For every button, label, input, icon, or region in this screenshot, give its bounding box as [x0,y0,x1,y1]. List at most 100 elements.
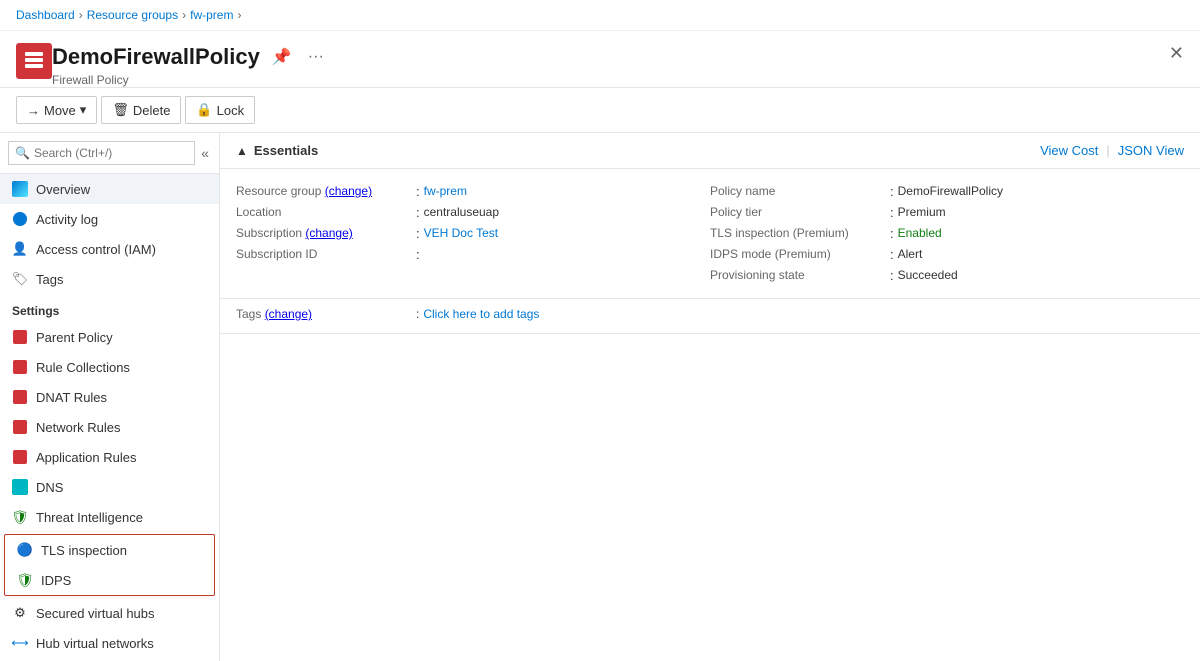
overview-icon [12,181,28,197]
idps-mode-value: Alert [898,247,923,261]
sidebar-item-threat-intelligence[interactable]: 🛡 Threat Intelligence [0,502,219,532]
essentials-collapse-icon: ▲ [236,144,248,158]
resource-group-change-link[interactable]: (change) [325,184,372,198]
sidebar-item-application-rules[interactable]: Application Rules [0,442,219,472]
essentials-actions: View Cost | JSON View [1040,143,1184,158]
dnat-rules-icon [13,390,27,404]
search-input[interactable] [34,146,188,160]
idps-shield-icon: 🛡 [16,572,34,589]
sidebar-item-tags-label: Tags [36,272,63,287]
sidebar-item-tags[interactable]: 🏷 Tags [0,264,219,294]
essentials-tls-inspection: TLS inspection (Premium) : Enabled [710,223,1184,244]
search-icon: 🔍 [15,146,30,160]
move-label: Move [44,103,76,118]
move-button[interactable]: → Move ▾ [16,96,97,124]
sidebar: 🔍 « Overview Activity log 👤 [0,133,220,661]
parent-policy-icon [13,330,27,344]
sidebar-item-dns-label: DNS [36,480,63,495]
sidebar-item-parent-policy-label: Parent Policy [36,330,113,345]
network-rules-icon [13,420,27,434]
sidebar-item-activity-log[interactable]: Activity log [0,204,219,234]
more-button[interactable]: ··· [304,44,328,70]
rule-collections-icon [13,360,27,374]
sidebar-item-network-rules-label: Network Rules [36,420,121,435]
sidebar-item-overview-label: Overview [36,182,90,197]
sidebar-item-idps[interactable]: 🛡 IDPS [5,565,214,595]
resource-group-value-link[interactable]: fw-prem [424,184,467,198]
collapse-sidebar-button[interactable]: « [199,143,211,163]
sidebar-item-hub-networks-label: Hub virtual networks [36,636,154,651]
lock-button[interactable]: 🔒 Lock [185,96,255,124]
resource-title-text: DemoFirewallPolicy [52,44,260,70]
sidebar-item-dns[interactable]: DNS [0,472,219,502]
resource-icon [16,43,52,79]
tags-change-link[interactable]: (change) [265,307,312,321]
delete-button[interactable]: 🗑 Delete [101,96,181,124]
sidebar-item-dnat-rules-label: DNAT Rules [36,390,107,405]
sidebar-item-hub-networks[interactable]: ⟷ Hub virtual networks [0,628,219,658]
breadcrumb: Dashboard › Resource groups › fw-prem › [0,0,1200,31]
sidebar-item-access-control[interactable]: 👤 Access control (IAM) [0,234,219,264]
sidebar-item-overview[interactable]: Overview [0,174,219,204]
sidebar-item-rule-collections[interactable]: Rule Collections [0,352,219,382]
sidebar-item-network-rules[interactable]: Network Rules [0,412,219,442]
essentials-grid: Resource group (change) : fw-prem Locati… [220,169,1200,299]
breadcrumb-resource-groups[interactable]: Resource groups [87,8,178,22]
essentials-policy-tier: Policy tier : Premium [710,202,1184,223]
policy-name-value: DemoFirewallPolicy [898,184,1003,198]
sidebar-item-activity-log-label: Activity log [36,212,98,227]
essentials-policy-name: Policy name : DemoFirewallPolicy [710,181,1184,202]
subscription-change-link[interactable]: (change) [305,226,352,240]
essentials-resource-group: Resource group (change) : fw-prem [236,181,710,202]
secured-hubs-icon: ⚙ [14,605,26,621]
essentials-subscription: Subscription (change) : VEH Doc Test [236,223,710,244]
firewall-icon-svg [22,49,46,73]
lock-label: Lock [217,103,244,118]
sidebar-item-dnat-rules[interactable]: DNAT Rules [0,382,219,412]
essentials-header: ▲ Essentials View Cost | JSON View [220,133,1200,169]
sidebar-item-secured-hubs[interactable]: ⚙ Secured virtual hubs [0,598,219,628]
close-button[interactable]: ✕ [1169,43,1184,64]
sidebar-item-secured-hubs-label: Secured virtual hubs [36,606,155,621]
dns-icon [12,479,28,495]
policy-tier-value: Premium [898,205,946,219]
person-icon: 👤 [12,241,28,257]
location-value: centraluseuap [424,205,499,219]
tls-icon: 🔵 [17,542,33,558]
essentials-provisioning-state: Provisioning state : Succeeded [710,265,1184,286]
hub-networks-icon: ⟷ [11,636,28,650]
breadcrumb-fw-prem[interactable]: fw-prem [190,8,233,22]
essentials-location: Location : centraluseuap [236,202,710,223]
add-tags-link[interactable]: Click here to add tags [423,307,539,321]
essentials-title-text: Essentials [254,143,318,158]
view-cost-button[interactable]: View Cost [1040,143,1098,158]
sidebar-item-rule-collections-label: Rule Collections [36,360,130,375]
sidebar-item-idps-label: IDPS [41,573,71,588]
lock-icon: 🔒 [196,102,212,118]
provisioning-state-value: Succeeded [898,268,958,282]
essentials-left-col: Resource group (change) : fw-prem Locati… [236,181,710,286]
move-chevron-icon: ▾ [80,102,87,118]
app-container: Dashboard › Resource groups › fw-prem › … [0,0,1200,661]
delete-icon: 🗑 [112,102,129,118]
tls-idps-group: 🔵 TLS inspection 🛡 IDPS [4,534,215,596]
resource-subtitle: Firewall Policy [52,73,1184,87]
tag-icon: 🏷 [12,271,29,287]
essentials-subscription-id: Subscription ID : [236,244,710,265]
sidebar-item-tls-inspection[interactable]: 🔵 TLS inspection [5,535,214,565]
sidebar-item-parent-policy[interactable]: Parent Policy [0,322,219,352]
breadcrumb-dashboard[interactable]: Dashboard [16,8,75,22]
threat-shield-icon: 🛡 [11,509,29,526]
pin-button[interactable]: 📌 [268,43,296,71]
essentials-right-col: Policy name : DemoFirewallPolicy Policy … [710,181,1184,286]
sidebar-item-tls-inspection-label: TLS inspection [41,543,127,558]
subscription-value-link[interactable]: VEH Doc Test [424,226,498,240]
sidebar-item-access-control-label: Access control (IAM) [36,242,156,257]
tls-inspection-value: Enabled [898,226,942,240]
json-view-button[interactable]: JSON View [1118,143,1184,158]
sidebar-item-application-rules-label: Application Rules [36,450,136,465]
settings-section-label: Settings [0,294,219,322]
content-area: ▲ Essentials View Cost | JSON View Resou… [220,133,1200,661]
tags-row: Tags (change) : Click here to add tags [220,299,1200,334]
activity-icon [13,212,27,226]
